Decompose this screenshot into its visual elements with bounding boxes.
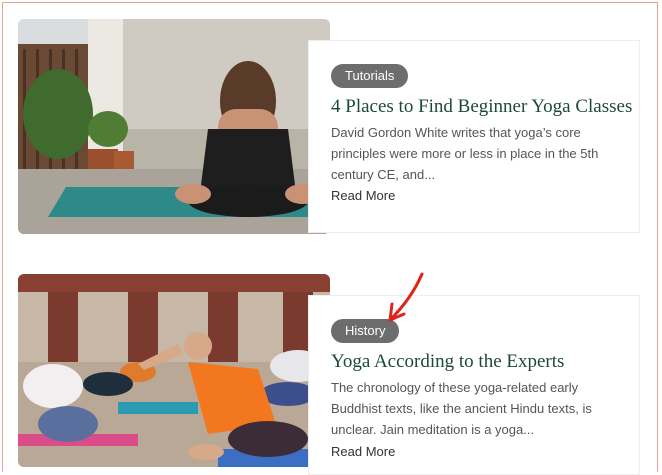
post-card: History Yoga According to the Experts Th… — [308, 295, 640, 475]
post-thumbnail[interactable] — [18, 274, 330, 467]
blog-post: Tutorials 4 Places to Find Beginner Yoga… — [18, 19, 640, 234]
annotation-arrow-icon — [388, 272, 424, 322]
yoga-photo-woman-meditating — [18, 19, 330, 234]
post-excerpt: The chronology of these yoga-related ear… — [331, 380, 592, 437]
category-badge[interactable]: Tutorials — [331, 64, 409, 88]
post-excerpt: David Gordon White writes that yoga’s co… — [331, 125, 599, 182]
yoga-photo-group-class — [18, 274, 330, 467]
post-title[interactable]: Yoga According to the Experts — [331, 351, 564, 373]
read-more-link[interactable]: Read More — [331, 188, 395, 203]
post-card: Tutorials 4 Places to Find Beginner Yoga… — [308, 40, 640, 233]
post-thumbnail[interactable] — [18, 19, 330, 234]
read-more-link[interactable]: Read More — [331, 444, 395, 459]
post-title[interactable]: 4 Places to Find Beginner Yoga Classes — [331, 96, 632, 118]
blog-post: History Yoga According to the Experts Th… — [18, 274, 640, 475]
